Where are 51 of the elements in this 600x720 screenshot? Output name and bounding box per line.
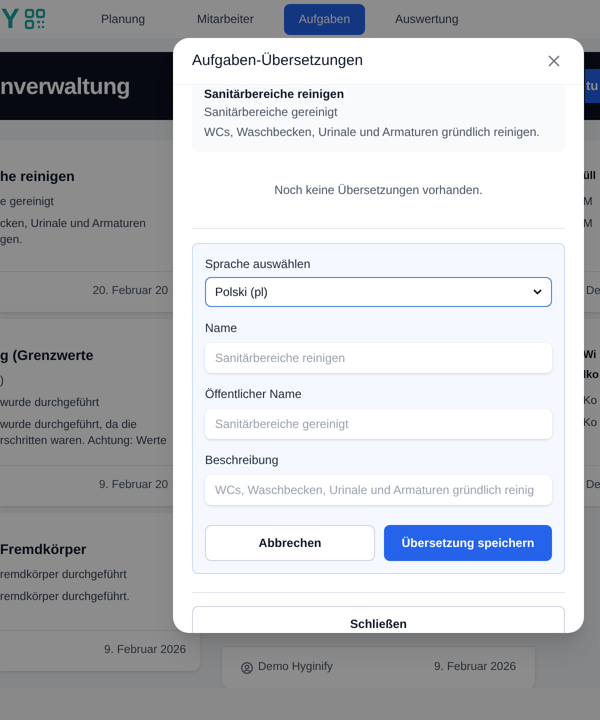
nav-tab[interactable]: Mitarbeiter bbox=[175, 4, 276, 34]
original-name: Sanitärbereiche reinigen bbox=[204, 86, 346, 102]
card-text: remdkörper durchgeführt. bbox=[0, 590, 131, 605]
card-date: 20. Februar 20 bbox=[92, 284, 168, 300]
add-button[interactable]: tu bbox=[585, 69, 600, 103]
card-title: Wi bbox=[583, 348, 598, 363]
save-button[interactable]: Übersetzung speichern bbox=[384, 525, 552, 561]
field-label: Öffentlicher Name bbox=[205, 387, 302, 401]
nav-tab[interactable]: Aufgaben bbox=[284, 4, 366, 34]
user-icon bbox=[241, 662, 253, 674]
empty-message: Noch keine Übersetzungen vorhanden. bbox=[274, 182, 483, 199]
close-icon[interactable] bbox=[548, 55, 560, 67]
field-label: Name bbox=[205, 321, 238, 335]
card-text: M bbox=[583, 217, 594, 232]
card-date: 9. Februar 2026 bbox=[104, 643, 186, 658]
qr-code-icon bbox=[24, 8, 46, 30]
card-text: M bbox=[583, 195, 594, 210]
card-text: wurde durchgeführt bbox=[0, 396, 100, 411]
dialog-title: Aufgaben-Übersetzungen bbox=[192, 50, 363, 71]
card-title: Fremdkörper bbox=[0, 540, 86, 559]
original-public-name: Sanitärbereiche gereinigt bbox=[204, 104, 338, 120]
language-select[interactable]: Polski (pl) bbox=[205, 277, 552, 307]
card-text: e gereinigt bbox=[0, 195, 55, 210]
original-description: WCs, Waschbecken, Urinale und Armaturen gründlich reinigen. bbox=[204, 124, 541, 140]
input-field[interactable]: Sanitärbereiche gereinigt bbox=[205, 409, 552, 439]
card-title: lko bbox=[583, 368, 600, 383]
card-author: De bbox=[586, 478, 600, 494]
nav-tab[interactable]: Auswertung bbox=[373, 4, 480, 34]
input-field[interactable]: WCs, Waschbecken, Urinale und Armaturen gründlich reinig bbox=[205, 475, 552, 505]
card-title: g (Grenzwerte bbox=[0, 346, 94, 365]
card-text: Ko bbox=[583, 416, 598, 431]
card-date: 9. Februar 2026 bbox=[434, 660, 516, 676]
card-author: De bbox=[586, 284, 600, 300]
card-title: üll bbox=[583, 169, 597, 184]
logo-text: Y bbox=[1, 5, 20, 33]
card-title: he reinigen bbox=[0, 167, 75, 186]
card-text: ) bbox=[0, 374, 5, 389]
field-label: Beschreibung bbox=[205, 453, 280, 467]
card-text: wurde durchgeführt, da die rschritten waren. Achtung: Werte bbox=[0, 418, 168, 449]
field-label: Sprache auswählen bbox=[205, 257, 312, 271]
card-text: remdkörper durchgeführt bbox=[0, 568, 128, 583]
card-author: Demo Hyginify bbox=[258, 660, 333, 676]
nav-tab[interactable]: Planung bbox=[79, 4, 168, 34]
page-title: nverwaltung bbox=[0, 72, 130, 101]
chevron-down-icon bbox=[533, 289, 542, 295]
cancel-button[interactable]: Abbrechen bbox=[205, 525, 375, 561]
input-field[interactable]: Sanitärbereiche reinigen bbox=[205, 343, 552, 373]
close-button[interactable]: Schließen bbox=[192, 606, 565, 633]
card-date: 9. Februar 20 bbox=[98, 478, 168, 494]
card-text: cken, Urinale und Armaturen gen. bbox=[0, 217, 147, 248]
card-text: Ko bbox=[583, 394, 598, 409]
